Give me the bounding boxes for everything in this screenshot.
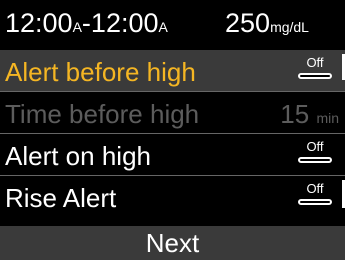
time-range: 12:00A-12:00A	[5, 6, 168, 44]
rise-alert-row[interactable]: Rise Alert Off	[0, 176, 345, 218]
rise-alert-label: Rise Alert	[5, 183, 117, 213]
high-limit-unit: mg/dL	[270, 19, 309, 35]
next-button[interactable]: Next	[0, 226, 345, 260]
time-before-high-label: Time before high	[5, 99, 200, 129]
alert-on-high-toggle[interactable]: Off	[298, 140, 332, 168]
range-separator: -	[81, 8, 91, 38]
time-before-high-row: Time before high 15 min	[0, 92, 345, 134]
rise-alert-state: Off	[306, 181, 324, 196]
time-before-high-number: 15	[280, 99, 310, 129]
start-ampm: A	[72, 19, 82, 35]
toggle-track-icon	[298, 157, 332, 163]
alert-before-high-state: Off	[306, 55, 324, 70]
alert-on-high-label: Alert on high	[5, 141, 151, 171]
rise-alert-toggle[interactable]: Off	[298, 182, 332, 210]
alert-before-high-label: Alert before high	[5, 57, 196, 87]
high-limit: 250mg/dL	[225, 6, 309, 44]
header-bar: 12:00A-12:00A 250mg/dL	[0, 0, 345, 46]
toggle-track-icon	[298, 73, 332, 79]
alert-on-high-row[interactable]: Alert on high Off	[0, 134, 345, 176]
end-ampm: A	[158, 19, 168, 35]
time-before-high-unit: min	[316, 110, 339, 126]
high-limit-value: 250	[225, 8, 271, 38]
end-time: 12:00	[90, 8, 159, 38]
high-alert-settings-screen: 12:00A-12:00A 250mg/dL Alert before high…	[0, 0, 345, 260]
alert-before-high-toggle[interactable]: Off	[298, 56, 332, 84]
toggle-track-icon	[298, 199, 332, 205]
time-before-high-value: 15 min	[280, 99, 339, 133]
alert-on-high-state: Off	[306, 139, 324, 154]
start-time: 12:00	[5, 8, 73, 38]
alert-before-high-row[interactable]: Alert before high Off	[0, 50, 345, 92]
